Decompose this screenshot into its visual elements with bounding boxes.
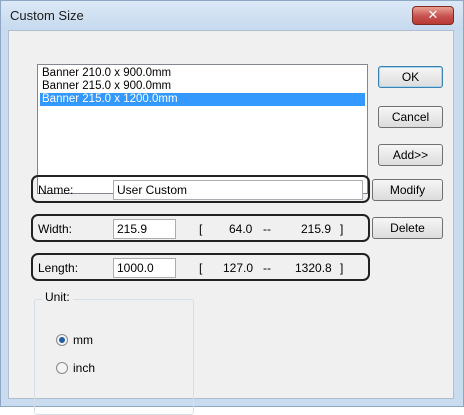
unit-group-title: Unit: bbox=[42, 290, 73, 304]
width-range-max: 215.9 bbox=[301, 222, 332, 236]
add-button[interactable]: Add>> bbox=[378, 144, 443, 166]
length-input[interactable]: 1000.0 bbox=[113, 258, 176, 278]
width-label: Width: bbox=[38, 222, 73, 236]
list-item-selected[interactable]: Banner 215.0 x 1200.0mm bbox=[40, 93, 365, 106]
dialog-title: Custom Size bbox=[10, 8, 84, 23]
dialog-client-area: Banner 210.0 x 900.0mm Banner 215.0 x 90… bbox=[8, 30, 454, 415]
ok-button[interactable]: OK bbox=[378, 66, 443, 88]
length-range-open: [ bbox=[199, 261, 203, 275]
width-range-sep: -- bbox=[263, 222, 271, 236]
title-bar[interactable]: Custom Size ✕ bbox=[1, 1, 463, 31]
close-button[interactable]: ✕ bbox=[412, 6, 454, 25]
list-item[interactable]: Banner 210.0 x 900.0mm bbox=[40, 67, 365, 80]
unit-groupbox bbox=[34, 299, 194, 415]
length-range-sep: -- bbox=[263, 261, 271, 275]
length-range-min: 127.0 bbox=[223, 261, 254, 275]
close-icon: ✕ bbox=[427, 7, 439, 22]
width-row: Width: 215.9 [ 64.0 -- 215.9 ] bbox=[31, 214, 370, 242]
name-row: Name: User Custom bbox=[31, 175, 370, 203]
cancel-button[interactable]: Cancel bbox=[378, 106, 443, 128]
width-range-close: ] bbox=[340, 222, 344, 236]
mm-radio-label[interactable]: mm bbox=[73, 333, 93, 347]
list-item[interactable]: Banner 215.0 x 900.0mm bbox=[40, 80, 365, 93]
inch-radio[interactable] bbox=[56, 362, 68, 374]
length-range-close: ] bbox=[340, 261, 344, 275]
width-range-min: 64.0 bbox=[229, 222, 253, 236]
name-input[interactable]: User Custom bbox=[113, 180, 363, 200]
length-row: Length: 1000.0 [ 127.0 -- 1320.8 ] bbox=[31, 253, 370, 281]
modify-button[interactable]: Modify bbox=[372, 179, 443, 201]
radio-selected-dot bbox=[59, 337, 65, 343]
mm-radio[interactable] bbox=[56, 334, 68, 346]
delete-button[interactable]: Delete bbox=[372, 217, 443, 239]
name-label: Name: bbox=[38, 183, 74, 197]
width-input[interactable]: 215.9 bbox=[113, 219, 176, 239]
inch-radio-label[interactable]: inch bbox=[73, 361, 95, 375]
width-range-open: [ bbox=[199, 222, 203, 236]
length-label: Length: bbox=[38, 261, 79, 275]
length-range-max: 1320.8 bbox=[295, 261, 332, 275]
